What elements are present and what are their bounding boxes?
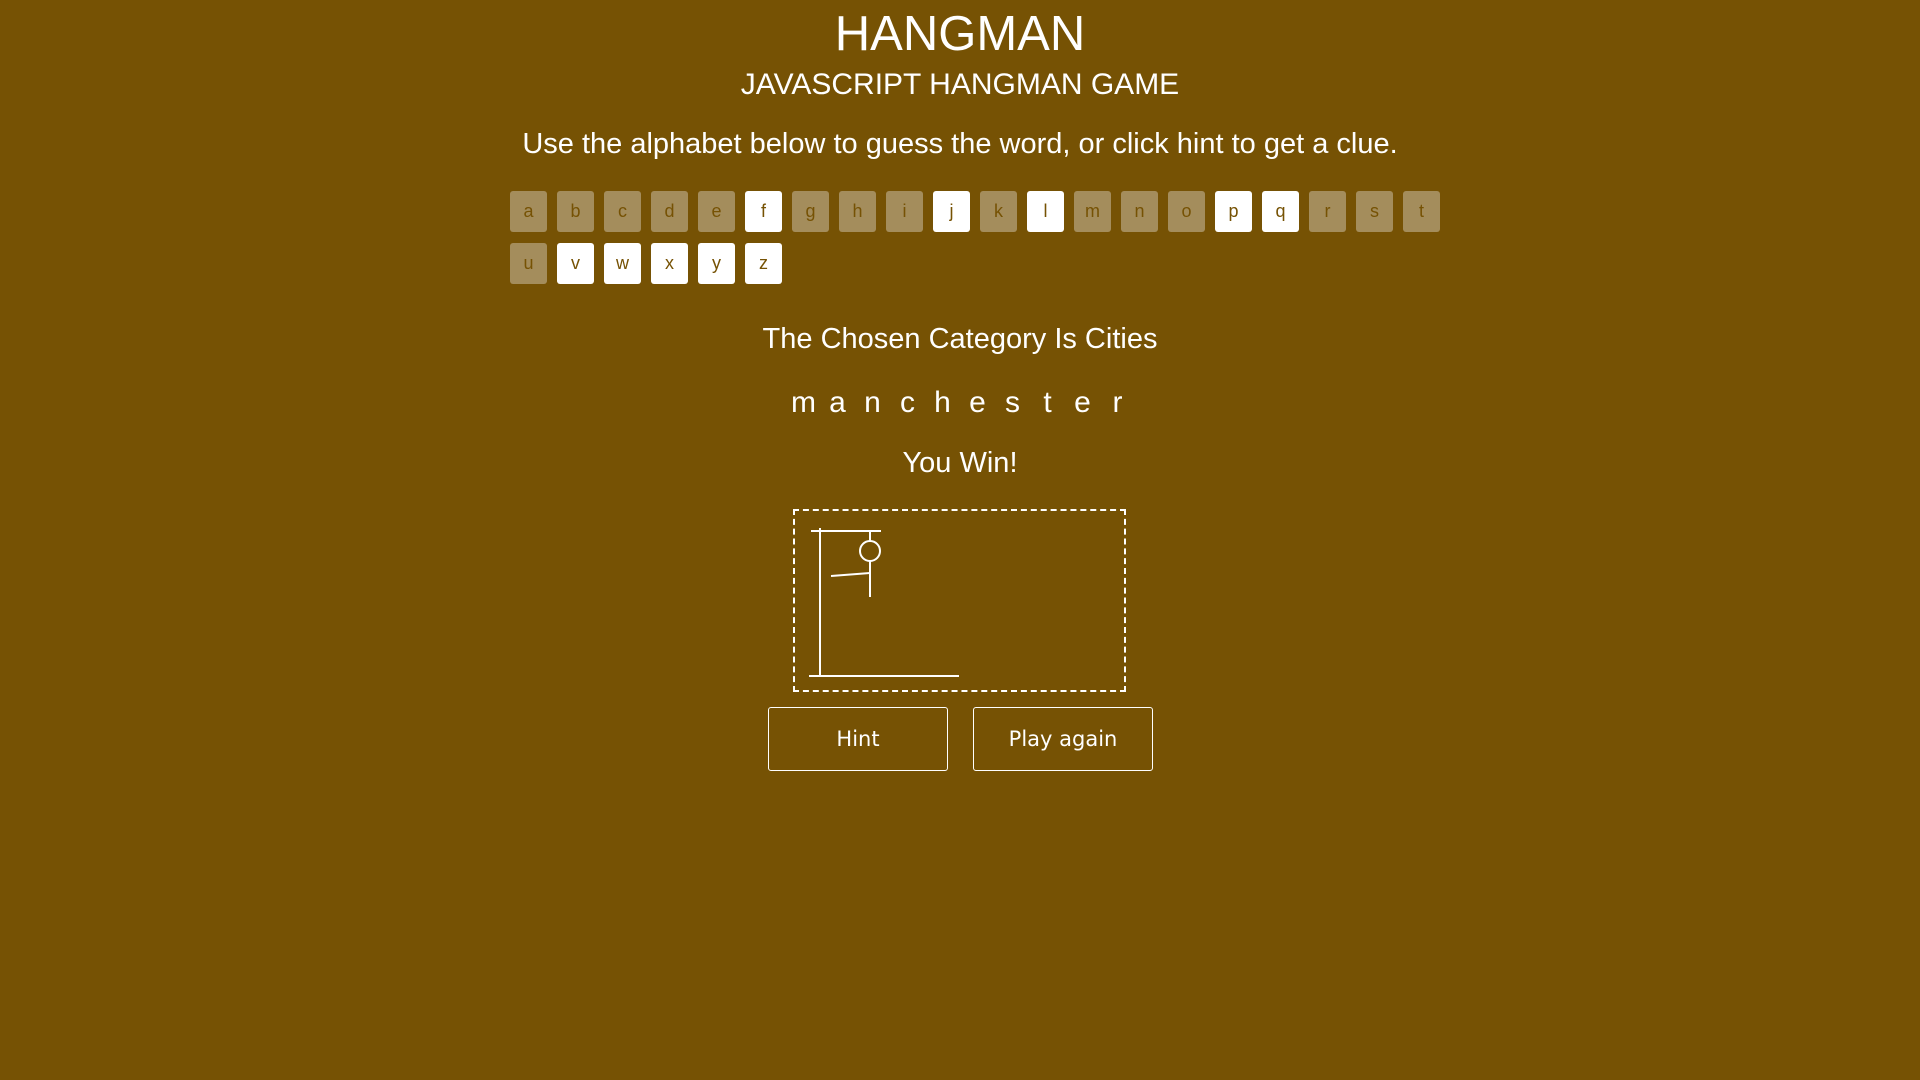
instructions-text: Use the alphabet below to guess the word… [522,128,1398,160]
letter-key-u: u [510,243,547,284]
game-subtitle: JAVASCRIPT HANGMAN GAME [740,68,1180,101]
word-letter: m [791,386,816,419]
word-letter: c [900,386,915,419]
letter-key-z[interactable]: z [745,243,782,284]
word-letter: r [1112,386,1123,419]
hangman-left-arm [830,572,871,577]
hangman-canvas [793,509,1126,692]
letter-key-m: m [1074,191,1111,232]
letter-key-c: c [604,191,641,232]
letter-key-w[interactable]: w [604,243,641,284]
alphabet-keyboard: abcdefghijklmnopqrst uvwxyz [510,191,1450,284]
game-status: You Win! [902,447,1018,479]
letter-key-i: i [886,191,923,232]
letter-key-t: t [1403,191,1440,232]
letter-key-r: r [1309,191,1346,232]
letter-key-j[interactable]: j [933,191,970,232]
word-display: manchester [0,383,1920,423]
word-letter: a [829,386,846,419]
letter-key-b: b [557,191,594,232]
word-letter: e [1074,386,1091,419]
word-letter: s [1005,386,1020,419]
letter-key-l[interactable]: l [1027,191,1064,232]
letter-key-p[interactable]: p [1215,191,1252,232]
letter-key-f[interactable]: f [745,191,782,232]
letter-key-v[interactable]: v [557,243,594,284]
letter-key-d: d [651,191,688,232]
word-letter: t [1043,386,1052,419]
play-again-button[interactable]: Play again [973,707,1153,771]
word-letter: h [934,386,951,419]
hangman-head [859,540,881,562]
letter-key-o: o [1168,191,1205,232]
game-title: HANGMAN [834,7,1086,61]
letter-key-h: h [839,191,876,232]
letter-key-n: n [1121,191,1158,232]
hint-button[interactable]: Hint [768,707,948,771]
word-letter: n [864,386,881,419]
letter-key-a: a [510,191,547,232]
letter-key-s: s [1356,191,1393,232]
letter-key-k: k [980,191,1017,232]
word-letter: e [969,386,986,419]
letter-key-g: g [792,191,829,232]
category-label: The Chosen Category Is Cities [762,323,1158,355]
letter-key-x[interactable]: x [651,243,688,284]
letter-key-y[interactable]: y [698,243,735,284]
letter-key-q[interactable]: q [1262,191,1299,232]
letter-key-e: e [698,191,735,232]
